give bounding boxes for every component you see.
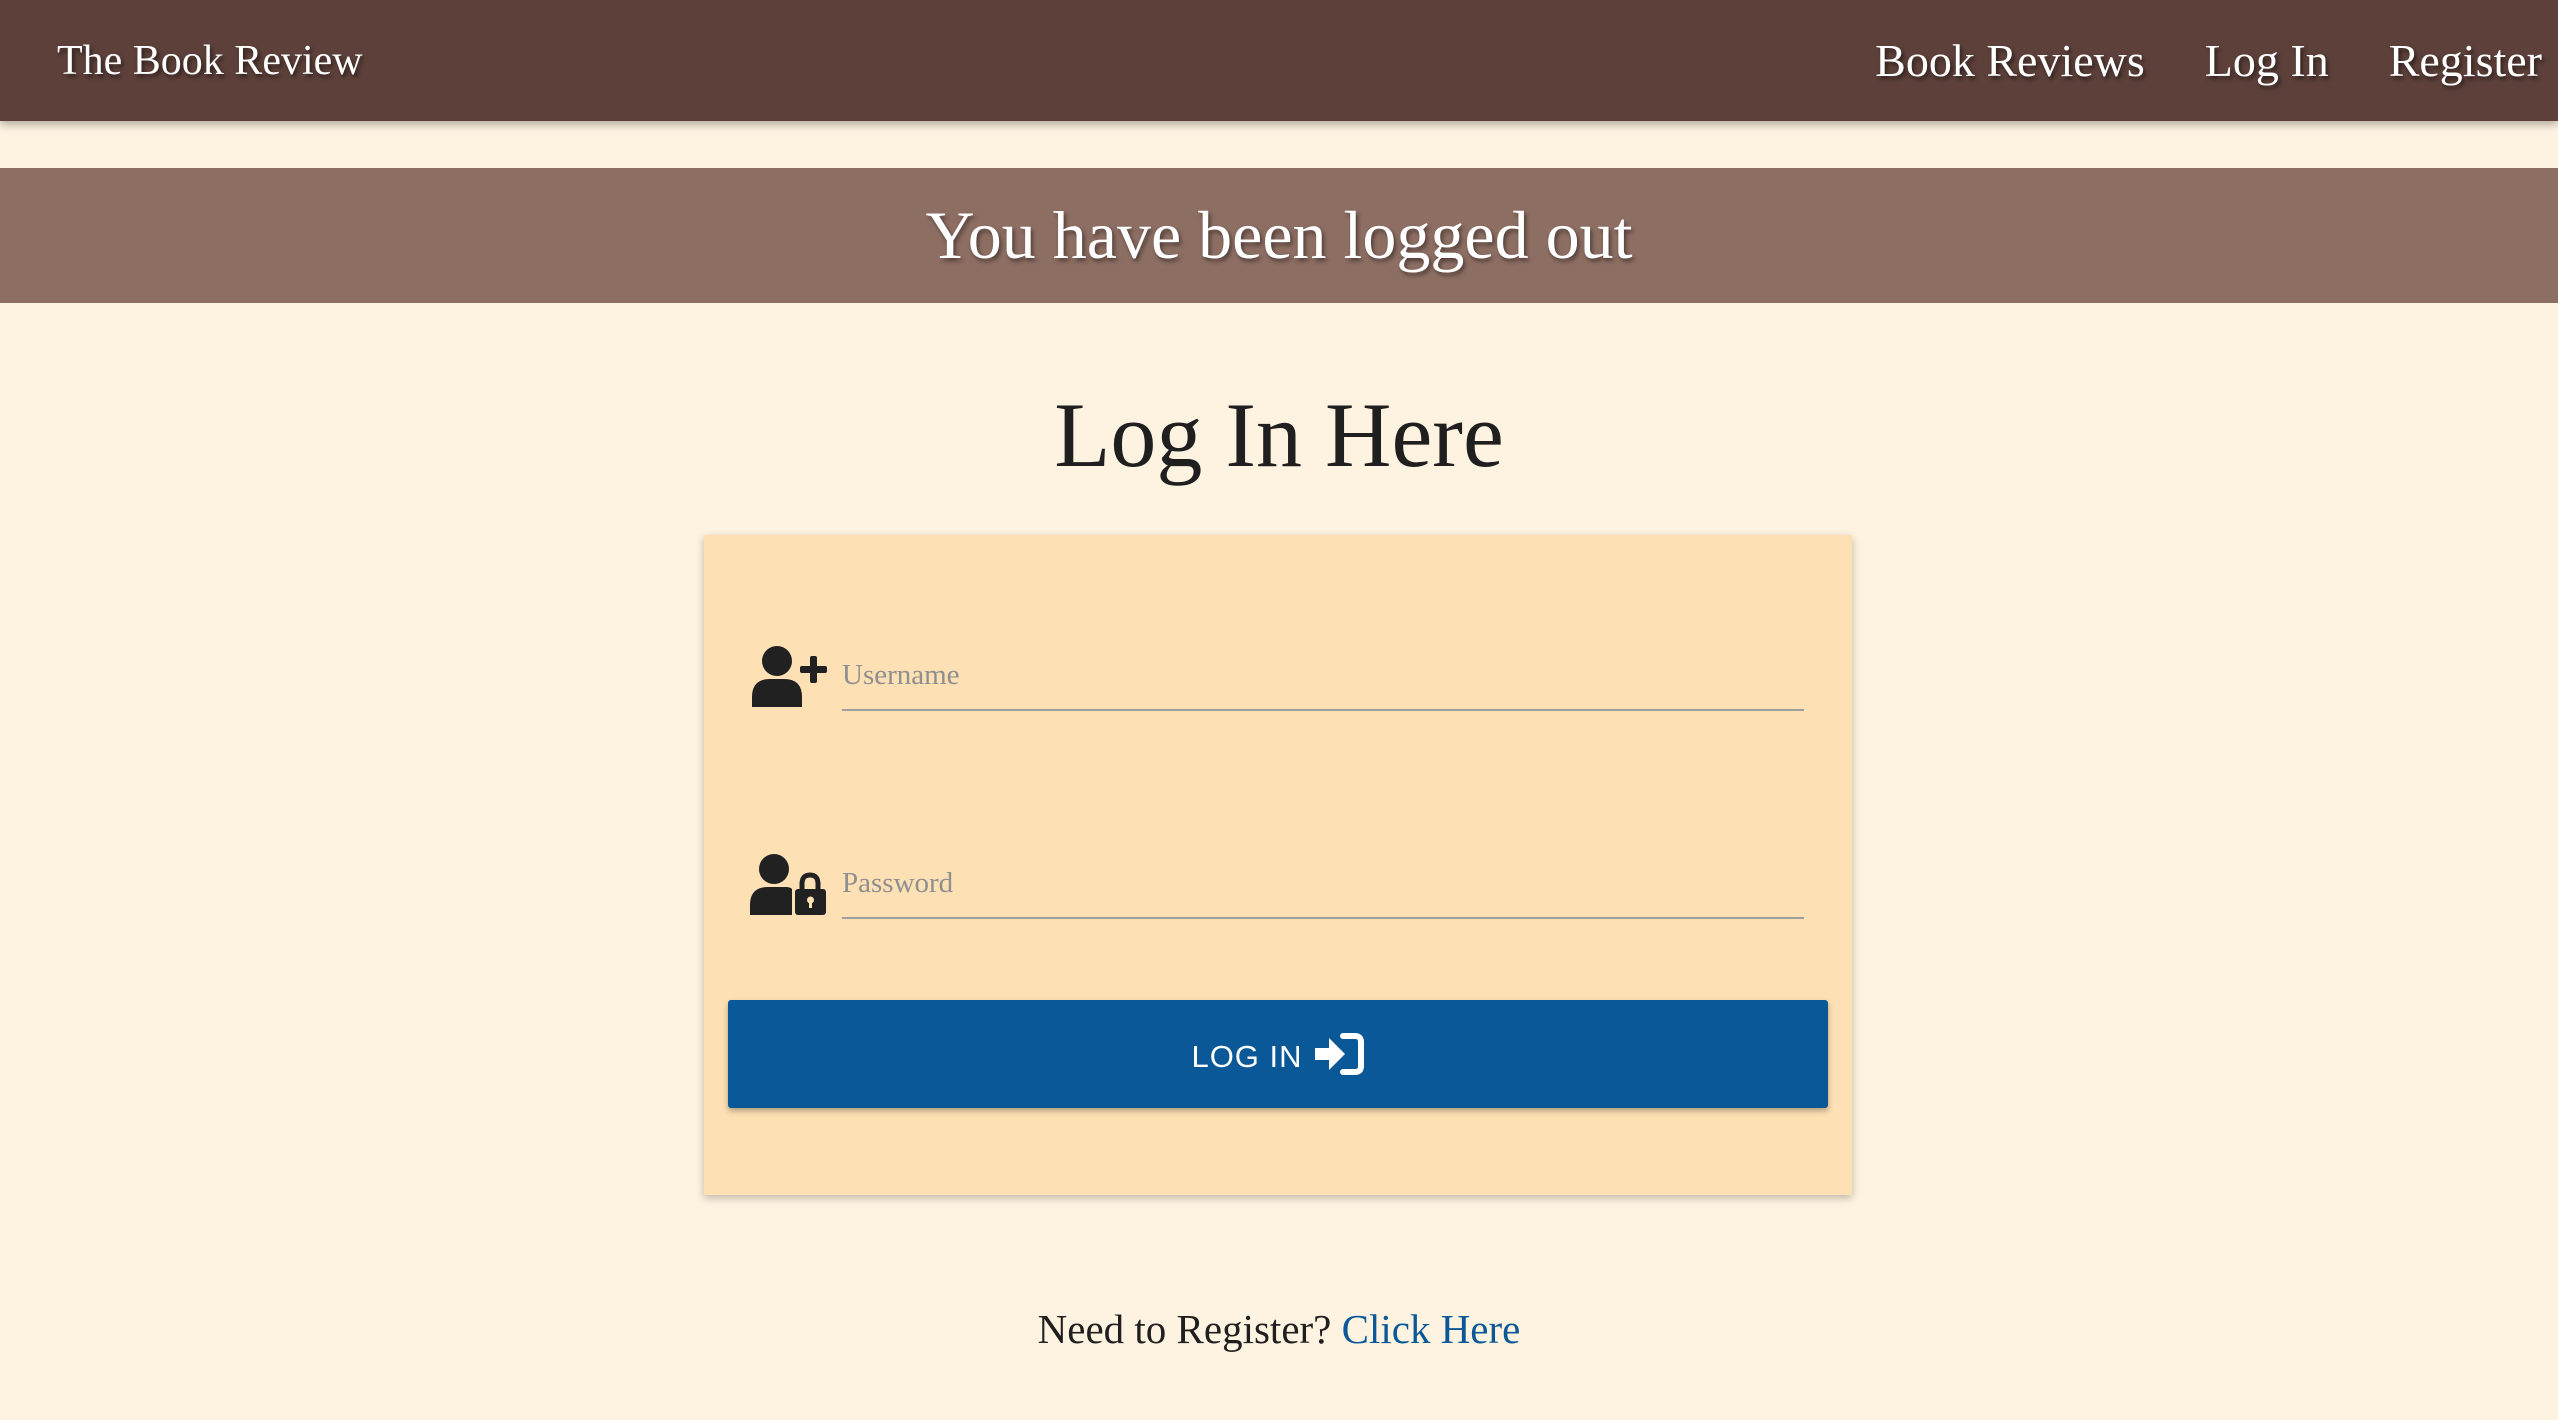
nav-links: Book Reviews Log In Register (1815, 34, 2542, 87)
register-click-here-link[interactable]: Click Here (1342, 1306, 1521, 1352)
navbar: The Book Review Book Reviews Log In Regi… (0, 0, 2558, 121)
login-form-card: LOG IN (704, 535, 1852, 1195)
password-input[interactable] (842, 849, 1804, 919)
sign-in-icon (1314, 1033, 1364, 1075)
brand-link[interactable]: The Book Review (57, 37, 363, 85)
log-in-button-label: LOG IN (1191, 1039, 1303, 1074)
register-prompt-text: Need to Register? (1037, 1306, 1332, 1352)
username-field-group (750, 627, 1806, 717)
flash-message-banner: You have been logged out (0, 168, 2558, 303)
nav-link-log-in[interactable]: Log In (2205, 34, 2329, 87)
user-plus-icon (752, 646, 827, 707)
nav-link-register[interactable]: Register (2389, 34, 2542, 87)
register-prompt: Need to Register? Click Here (0, 1305, 2558, 1353)
page-title: Log In Here (1054, 384, 1504, 486)
username-input[interactable] (842, 641, 1804, 711)
flash-message-text: You have been logged out (925, 197, 1633, 273)
user-lock-icon (750, 854, 826, 915)
nav-link-book-reviews[interactable]: Book Reviews (1875, 34, 2145, 87)
log-in-button[interactable]: LOG IN (728, 1000, 1828, 1108)
password-field-group (750, 835, 1806, 925)
